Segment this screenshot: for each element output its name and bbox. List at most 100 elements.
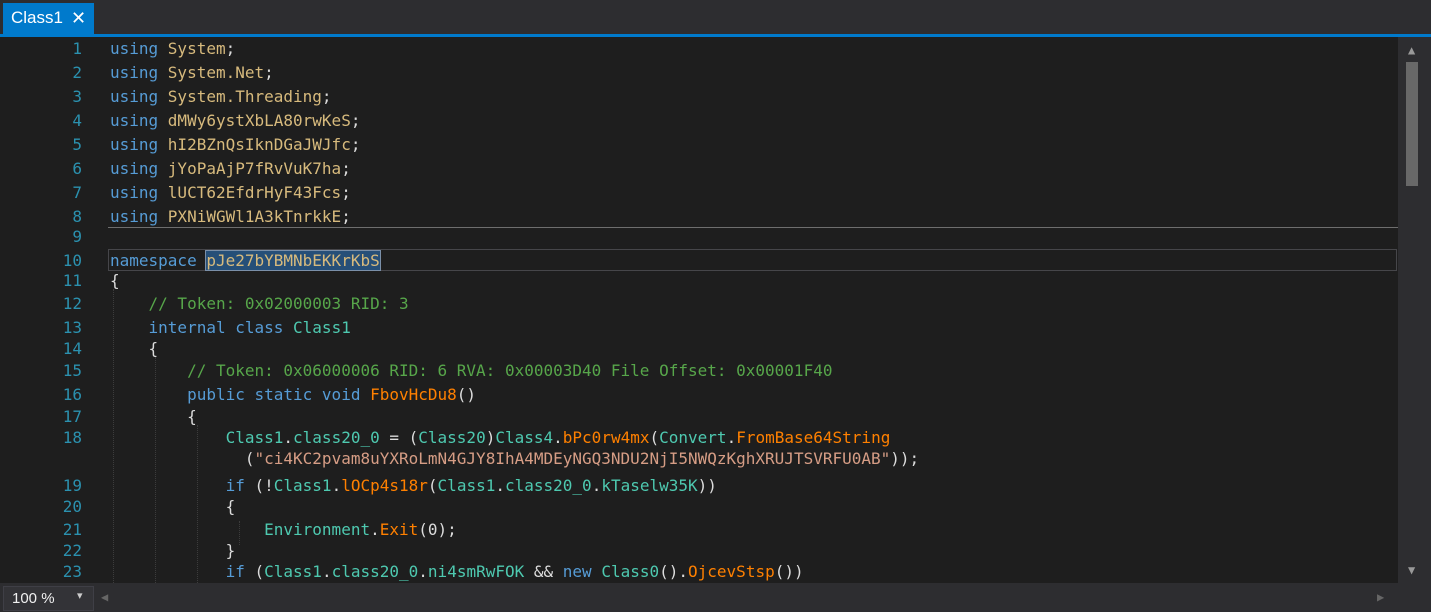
code-token: ; bbox=[341, 207, 351, 226]
code-token: pJe27bYBMNbEKKrKbS bbox=[205, 250, 381, 271]
code-token: ; bbox=[350, 111, 361, 130]
tab-class1[interactable]: Class1 ✕ bbox=[3, 3, 94, 34]
code-token: // Token: 0x02000003 RID: 3 bbox=[110, 294, 409, 313]
line-number: 15 bbox=[62, 361, 82, 380]
line-number: 7 bbox=[72, 183, 82, 202]
code-token: using bbox=[110, 183, 168, 202]
code-line-continuation: ("ci4KC2pvam8uYXRoLmN4GJY8IhA4MDEyNGQ3ND… bbox=[0, 447, 1398, 471]
code-text: { bbox=[110, 337, 159, 361]
code-token: (! bbox=[254, 476, 274, 495]
code-text: using System.Net; bbox=[110, 61, 274, 85]
code-token: } bbox=[110, 541, 236, 560]
line-number: 4 bbox=[72, 111, 82, 130]
tab-title: Class1 bbox=[11, 8, 63, 27]
line-number: 3 bbox=[72, 87, 82, 106]
line-number: 12 bbox=[62, 294, 82, 313]
code-token: System.Threading bbox=[167, 87, 322, 106]
line-number: 1 bbox=[72, 39, 82, 58]
code-text: // Token: 0x02000003 RID: 3 bbox=[110, 292, 409, 316]
code-token: lOCp4s18r bbox=[341, 476, 428, 495]
code-line: 3 using System.Threading; bbox=[0, 85, 1398, 109]
code-token: . bbox=[591, 476, 602, 495]
code-text: if (Class1.class20_0.ni4smRwFOK && new C… bbox=[110, 560, 804, 583]
code-token: . bbox=[726, 428, 737, 447]
code-line: 6 using jYoPaAjP7fRvVuK7ha; bbox=[0, 157, 1398, 181]
code-line: 14 { bbox=[0, 337, 1398, 361]
code-line: 4 using dMWy6ystXbLA80rwKeS; bbox=[0, 109, 1398, 133]
line-number: 14 bbox=[62, 339, 82, 358]
code-line: 15 // Token: 0x06000006 RID: 6 RVA: 0x00… bbox=[0, 359, 1398, 383]
code-token: Class0 bbox=[601, 562, 660, 581]
code-text: { bbox=[110, 269, 120, 293]
code-editor[interactable]: 1 using System; 2 using System.Net; 3 using S… bbox=[0, 37, 1398, 583]
code-token: Exit bbox=[379, 520, 419, 539]
code-token: { bbox=[110, 497, 236, 516]
code-text: // Token: 0x06000006 RID: 6 RVA: 0x00003… bbox=[110, 359, 832, 383]
line-number: 16 bbox=[62, 385, 82, 404]
code-token: kTaselw35K bbox=[601, 476, 698, 495]
scroll-right-icon[interactable]: ▶ bbox=[1377, 590, 1384, 604]
scroll-thumb[interactable] bbox=[1406, 62, 1418, 186]
code-token: = ( bbox=[379, 428, 419, 447]
scroll-down-icon[interactable]: ▼ bbox=[1408, 563, 1415, 577]
code-token: "ci4KC2pvam8uYXRoLmN4GJY8IhA4MDEyNGQ3NDU… bbox=[254, 449, 891, 468]
code-token: ) bbox=[485, 428, 496, 447]
code-text: using dMWy6ystXbLA80rwKeS; bbox=[110, 109, 360, 133]
vertical-scrollbar[interactable]: ▲ ▼ bbox=[1398, 37, 1431, 583]
code-token: dMWy6ystXbLA80rwKeS bbox=[167, 111, 351, 130]
code-text: { bbox=[110, 495, 236, 519]
line-number: 9 bbox=[72, 227, 82, 246]
chevron-down-icon[interactable]: ▾ bbox=[77, 589, 83, 602]
code-text: using hI2BZnQsIknDGaJWJfc; bbox=[110, 133, 360, 157]
line-number: 2 bbox=[72, 63, 82, 82]
code-token: // Token: 0x06000006 RID: 6 RVA: 0x00003… bbox=[110, 361, 833, 380]
horizontal-scrollbar[interactable]: ◀ ▶ bbox=[95, 586, 1400, 609]
zoom-value: 100 % bbox=[12, 590, 55, 607]
code-token: . bbox=[321, 562, 332, 581]
code-token: internal class bbox=[110, 318, 294, 337]
code-token: using bbox=[110, 39, 168, 58]
code-text: public static void FbovHcDu8() bbox=[110, 383, 476, 407]
code-token: ()) bbox=[774, 562, 804, 581]
code-line: 20 { bbox=[0, 495, 1398, 519]
code-text: using System; bbox=[110, 37, 235, 61]
code-line: 11 { bbox=[0, 269, 1398, 293]
tab-bar: Class1 ✕ bbox=[0, 0, 1431, 34]
code-token: ; bbox=[341, 159, 351, 178]
line-number: 23 bbox=[62, 562, 82, 581]
code-token: () bbox=[456, 385, 477, 404]
scroll-up-icon[interactable]: ▲ bbox=[1408, 43, 1415, 57]
code-token: ( bbox=[649, 428, 660, 447]
scroll-left-icon[interactable]: ◀ bbox=[101, 590, 108, 604]
line-number: 5 bbox=[72, 135, 82, 154]
code-line: 23 if (Class1.class20_0.ni4smRwFOK && ne… bbox=[0, 560, 1398, 583]
code-token: using bbox=[110, 111, 168, 130]
code-token: Class1 bbox=[273, 476, 332, 495]
code-token: Class1 bbox=[293, 318, 351, 337]
code-token: if bbox=[110, 562, 255, 581]
code-token: System.Net bbox=[167, 63, 265, 82]
code-token: hI2BZnQsIknDGaJWJfc bbox=[167, 135, 351, 154]
zoom-select[interactable]: 100 % ▾ bbox=[3, 586, 94, 611]
code-token: lUCT62EfdrHyF43Fcs bbox=[167, 183, 342, 202]
code-token: namespace bbox=[110, 251, 207, 270]
close-icon[interactable]: ✕ bbox=[71, 7, 86, 29]
line-number: 11 bbox=[62, 271, 82, 290]
code-token: ; bbox=[225, 39, 236, 58]
code-token: ; bbox=[321, 87, 332, 106]
code-token: using bbox=[110, 207, 168, 226]
code-token: using bbox=[110, 87, 168, 106]
code-token: Class1 bbox=[437, 476, 496, 495]
code-text: using lUCT62EfdrHyF43Fcs; bbox=[110, 181, 351, 205]
code-token: System bbox=[167, 39, 226, 58]
code-token: )); bbox=[890, 449, 920, 468]
code-token: ; bbox=[350, 135, 361, 154]
code-token: ; bbox=[264, 63, 274, 82]
code-token: && bbox=[524, 562, 563, 581]
code-token: class20_0 bbox=[331, 562, 419, 581]
code-token: ( bbox=[427, 476, 438, 495]
code-token: ni4smRwFOK bbox=[427, 562, 525, 581]
code-token: ; bbox=[341, 183, 351, 202]
